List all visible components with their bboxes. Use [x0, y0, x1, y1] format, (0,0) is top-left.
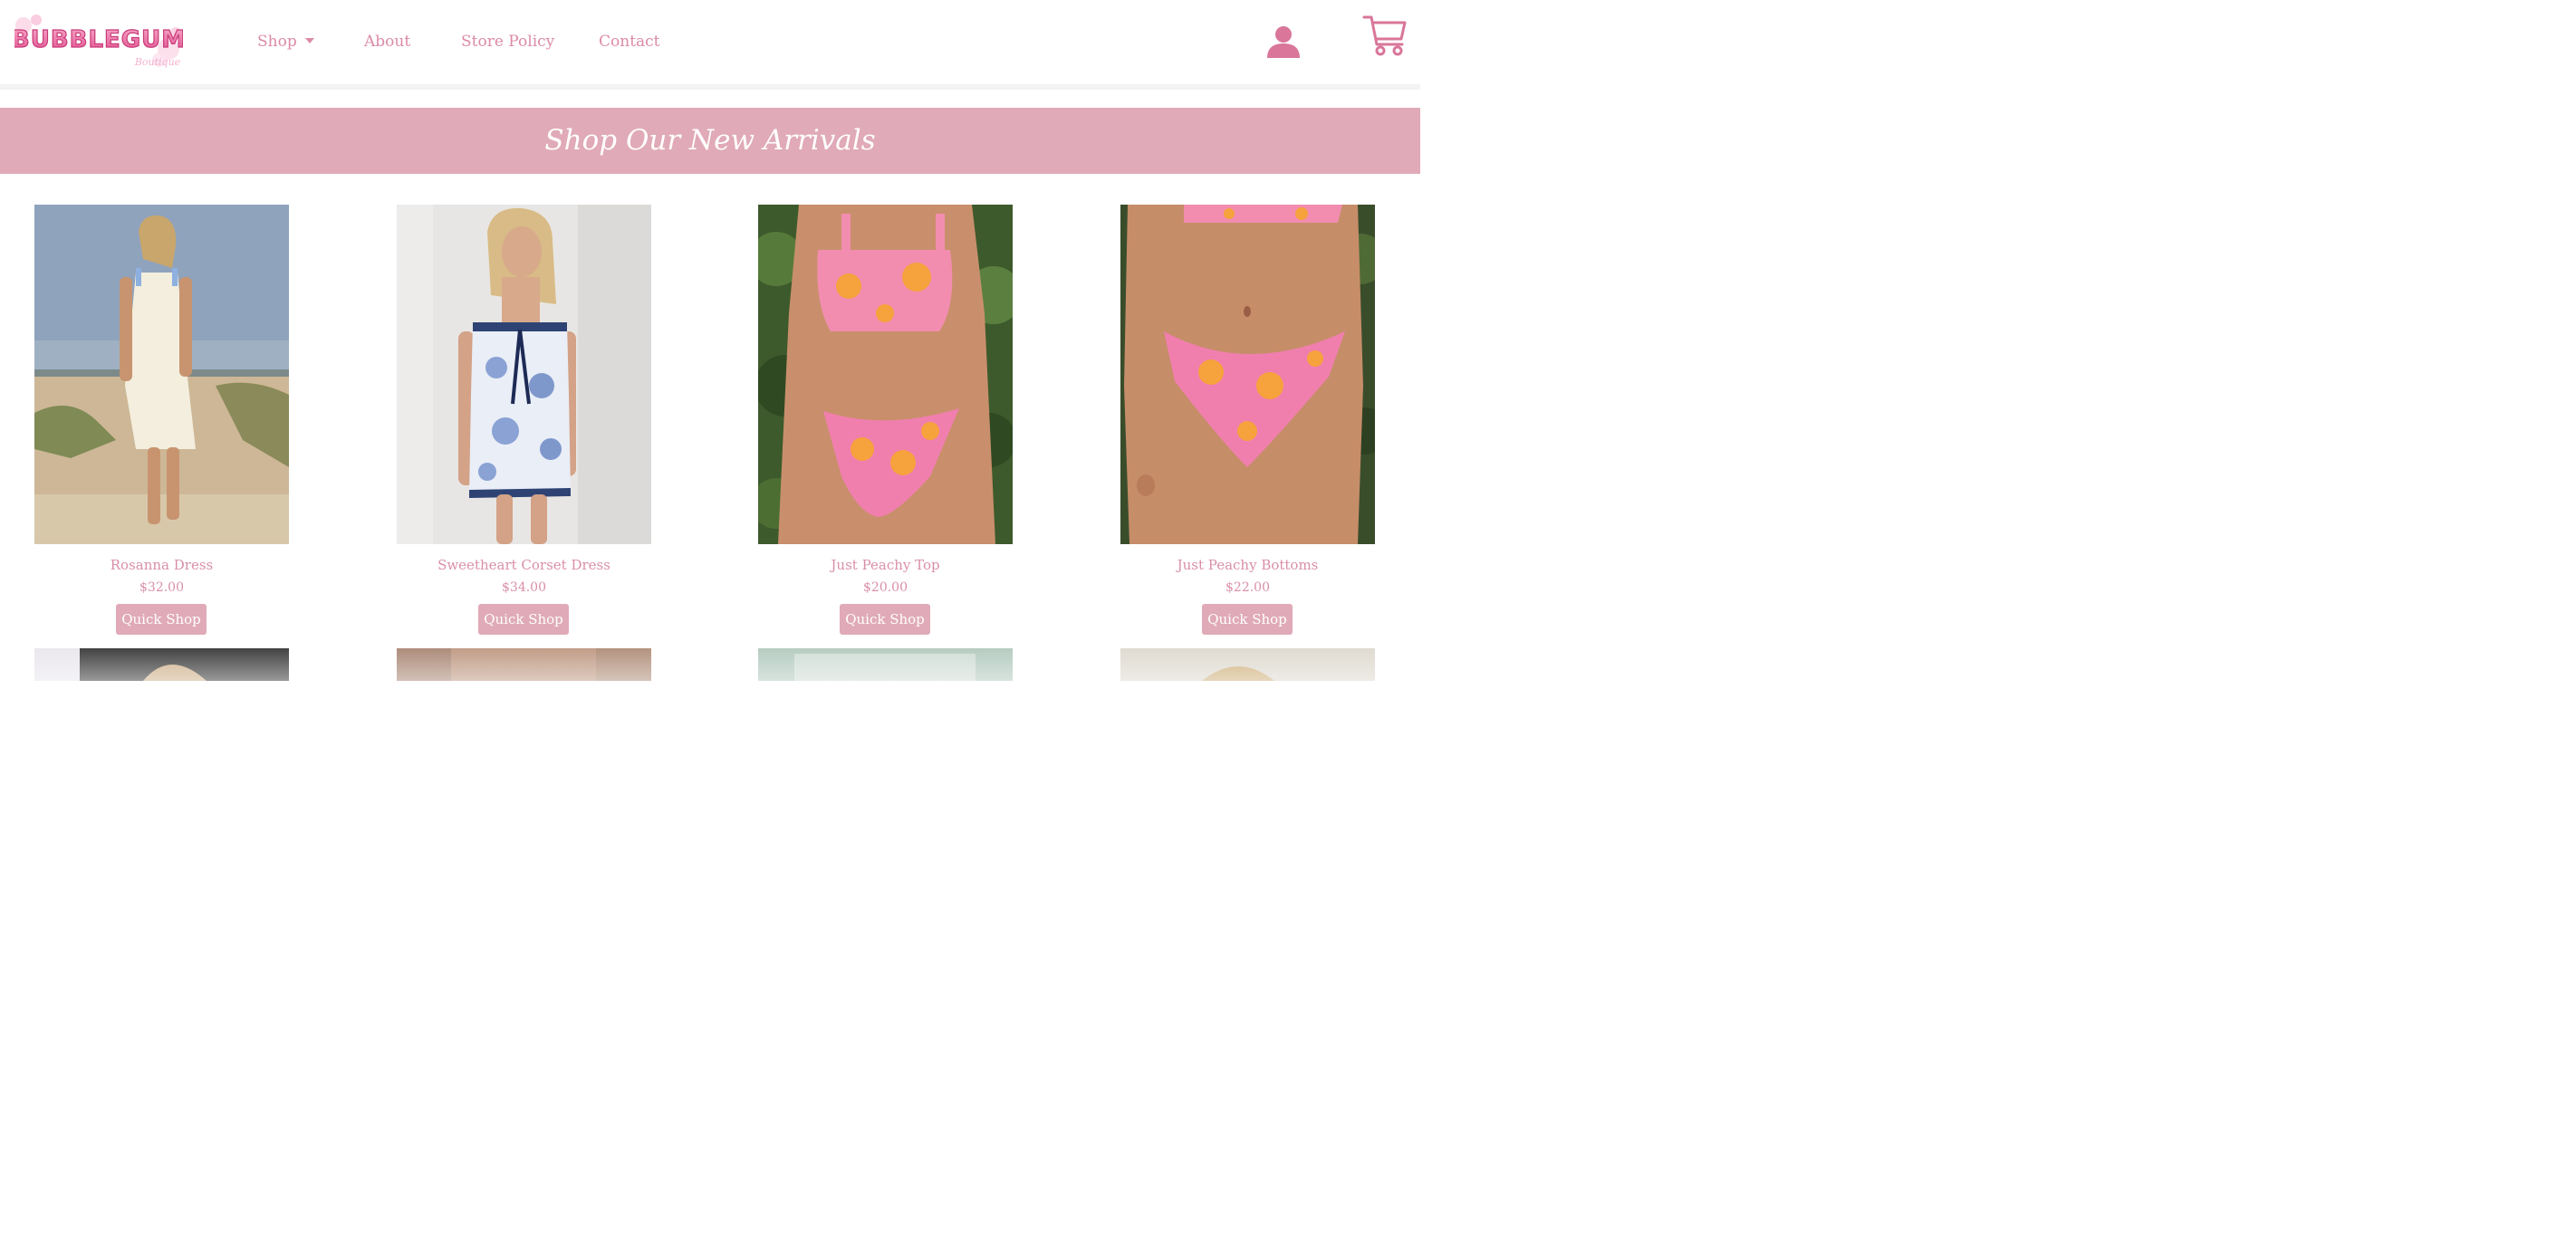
product-image[interactable]	[758, 205, 1013, 544]
product-name[interactable]: Rosanna Dress	[0, 557, 325, 573]
product-image[interactable]	[1120, 648, 1375, 681]
product-image[interactable]	[397, 205, 651, 544]
logo-script: Boutique	[134, 56, 181, 68]
product-card: Sweetheart Corset Dress $34.00 Quick Sho…	[397, 205, 651, 635]
product-price: $22.00	[1226, 580, 1270, 595]
nav-shop[interactable]: Shop	[257, 31, 314, 53]
product-name[interactable]: Just Peachy Top	[722, 557, 1049, 573]
quick-shop-button[interactable]: Quick Shop	[840, 604, 930, 635]
product-image[interactable]	[1120, 205, 1375, 544]
quick-shop-button[interactable]: Quick Shop	[116, 604, 207, 635]
quick-shop-button[interactable]: Quick Shop	[478, 604, 569, 635]
nav-about[interactable]: About	[364, 31, 410, 53]
product-image[interactable]	[397, 648, 651, 681]
banner-title: Shop Our New Arrivals	[544, 124, 876, 157]
chevron-down-icon	[304, 38, 314, 43]
product-price: $34.00	[502, 580, 546, 595]
product-card: Just Peachy Bottoms $22.00 Quick Shop	[1120, 205, 1375, 635]
product-image[interactable]	[34, 205, 289, 544]
site-header: BUBBLEGUM Boutique Shop About Store Poli…	[0, 0, 1420, 84]
logo-wordmark: BUBBLEGUM	[14, 26, 183, 53]
shopping-cart-icon[interactable]	[1362, 14, 1408, 57]
product-name[interactable]: Sweetheart Corset Dress	[360, 557, 687, 573]
quick-shop-button[interactable]: Quick Shop	[1202, 604, 1293, 635]
nav-shop-label: Shop	[257, 33, 297, 51]
product-card: Rosanna Dress $32.00 Quick Shop	[34, 205, 289, 635]
product-card: Just Peachy Top $20.00 Quick Shop	[758, 205, 1013, 635]
header-divider	[0, 84, 1420, 90]
nav-store-policy[interactable]: Store Policy	[461, 31, 554, 53]
product-name[interactable]: Just Peachy Bottoms	[1084, 557, 1411, 573]
product-image[interactable]	[758, 648, 1013, 681]
product-price: $32.00	[139, 580, 184, 595]
product-price: $20.00	[863, 580, 908, 595]
user-icon[interactable]	[1264, 24, 1302, 60]
bubblegum-logo[interactable]: BUBBLEGUM Boutique	[14, 13, 183, 71]
new-arrivals-banner: Shop Our New Arrivals	[0, 108, 1420, 174]
nav-contact[interactable]: Contact	[599, 31, 660, 53]
product-image[interactable]	[34, 648, 289, 681]
